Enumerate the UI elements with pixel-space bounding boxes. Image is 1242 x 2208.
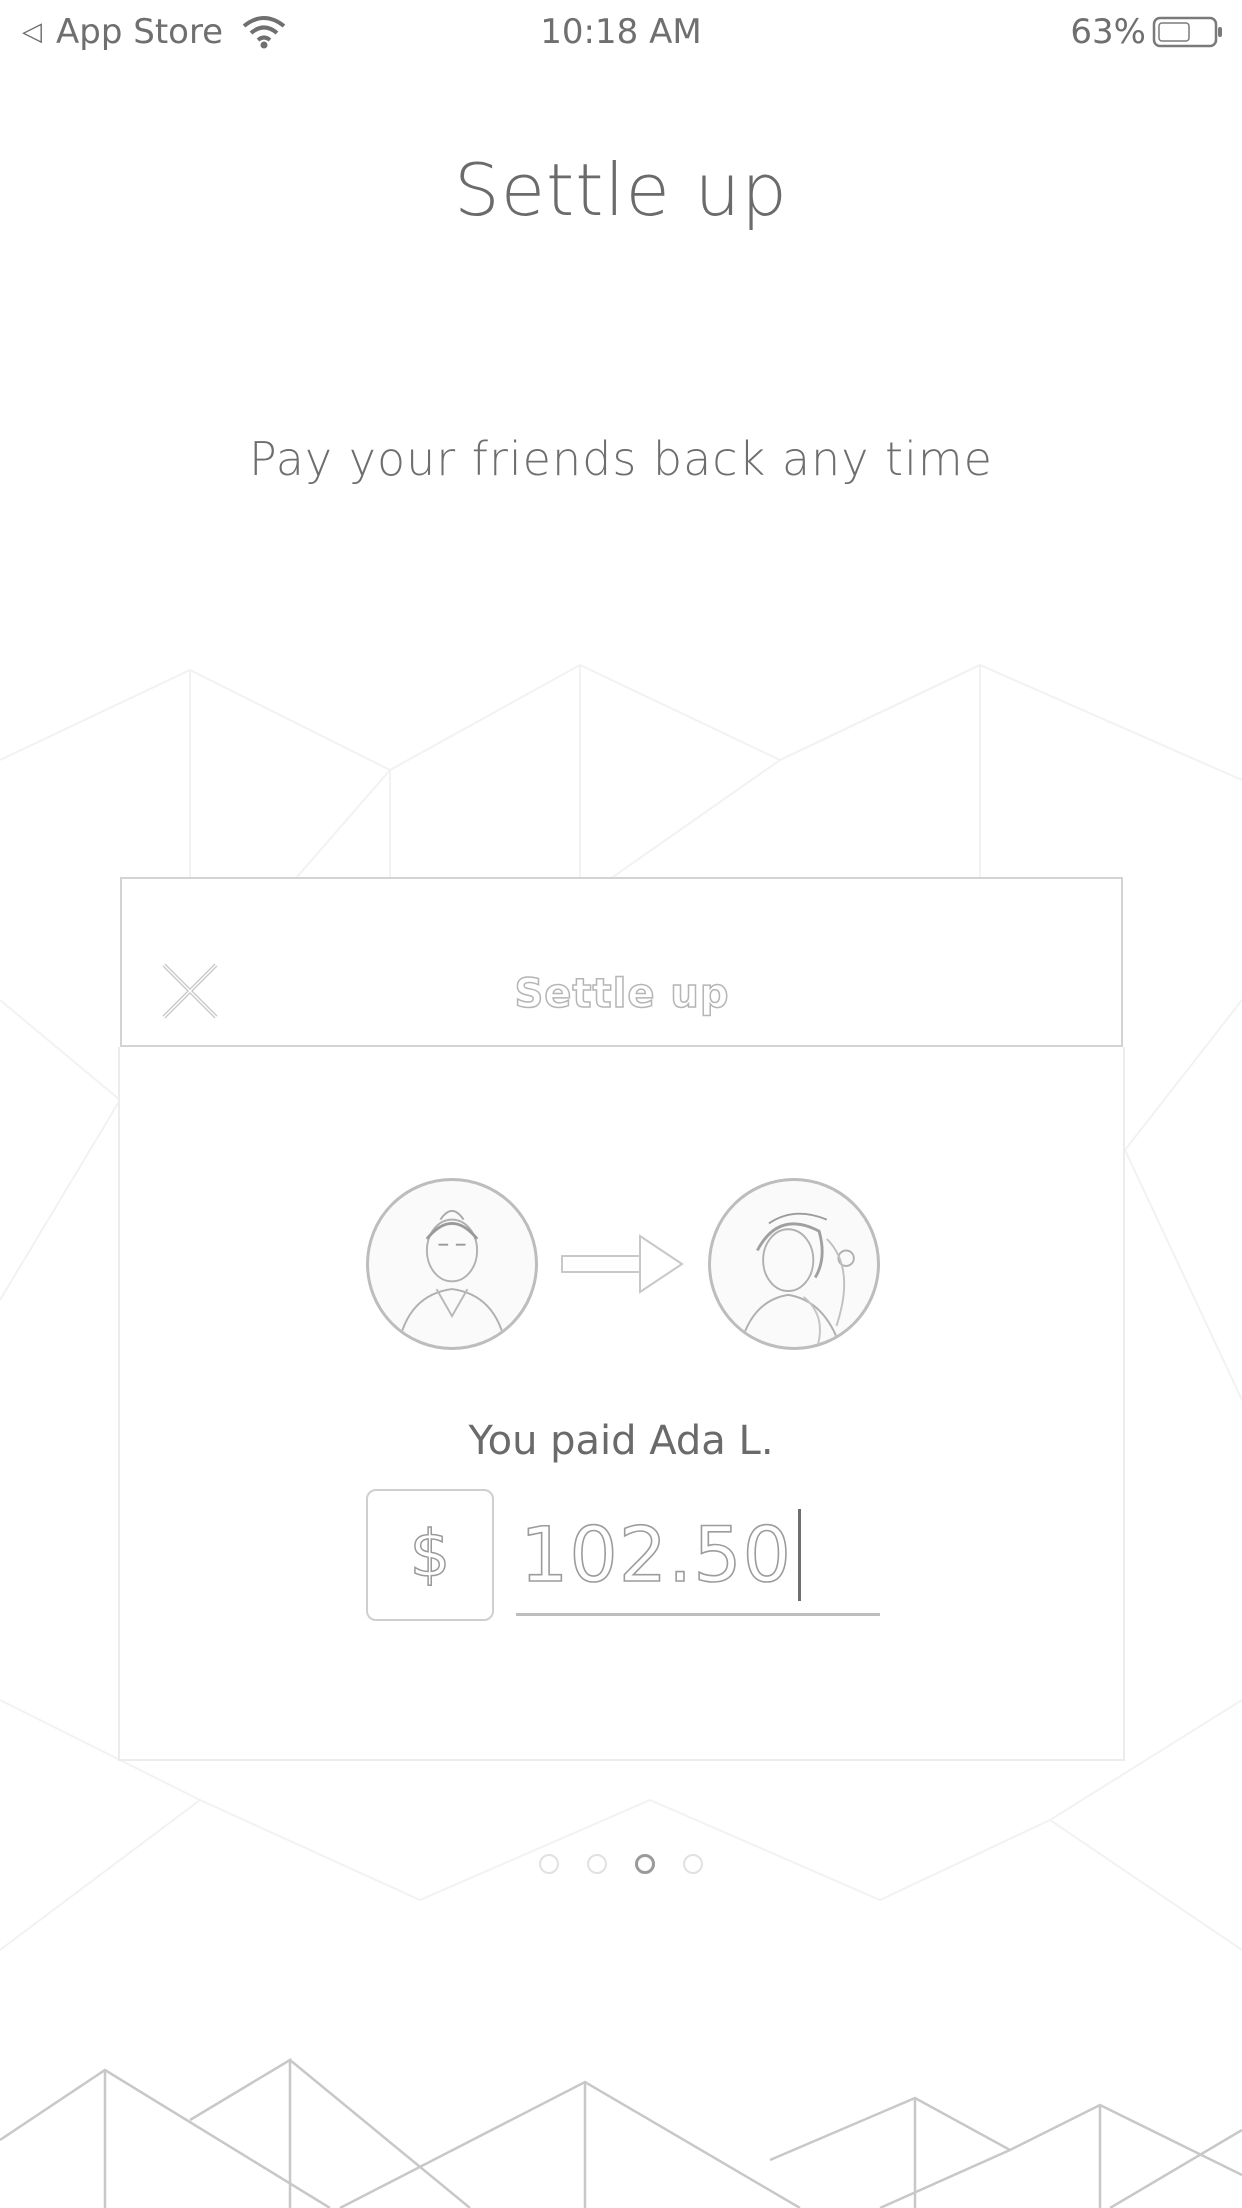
amount-value: 102.50 [519, 1509, 792, 1600]
settle-card-header: Settle up [120, 877, 1123, 1047]
page-dot-2[interactable] [587, 1854, 607, 1874]
portrait-icon [739, 1212, 855, 1347]
payer-avatar[interactable] [366, 1178, 538, 1350]
currency-symbol: $ [409, 1517, 451, 1593]
card-title: Settle up [514, 970, 730, 1018]
page-dot-3[interactable] [635, 1854, 655, 1874]
battery-percent: 63% [1070, 12, 1146, 52]
settle-card-body [118, 1047, 1125, 1761]
status-time: 10:18 AM [540, 12, 702, 52]
currency-button[interactable]: $ [366, 1489, 494, 1621]
page-title: Settle up [454, 148, 788, 232]
text-caret [797, 1508, 801, 1601]
page-dot-1[interactable] [539, 1854, 559, 1874]
payee-avatar[interactable] [708, 1178, 880, 1350]
portrait-icon [397, 1209, 507, 1347]
page-indicator [0, 1854, 1242, 1874]
battery-icon [1152, 16, 1222, 48]
page-subtitle: Pay your friends back any time [249, 432, 993, 486]
amount-input[interactable]: 102.50 [516, 1496, 880, 1616]
arrow-right-icon [561, 1234, 684, 1294]
status-bar: ◁ App Store 10:18 AM 63% [0, 0, 1242, 62]
battery-status: 63% [1070, 12, 1224, 52]
paid-text: You paid Ada L. [468, 1418, 774, 1464]
page-dot-4[interactable] [683, 1854, 703, 1874]
